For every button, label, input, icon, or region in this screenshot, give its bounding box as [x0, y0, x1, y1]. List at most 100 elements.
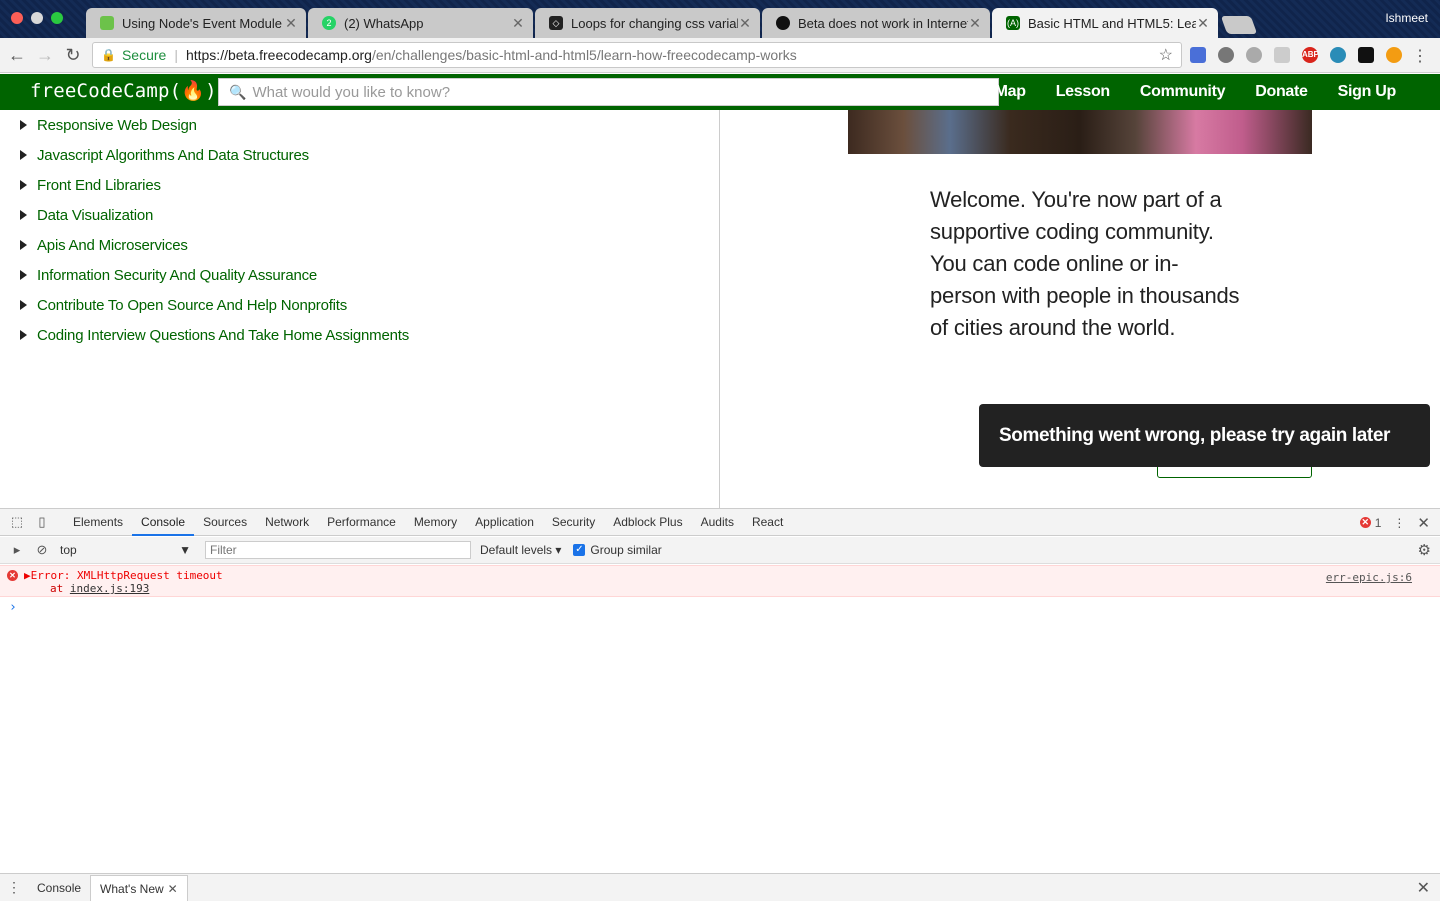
- drawer-tab-whats-new[interactable]: What's New ✕: [90, 874, 188, 901]
- tab-audits[interactable]: Audits: [692, 509, 743, 536]
- nav-map[interactable]: Map: [995, 83, 1026, 101]
- curriculum-item[interactable]: Information Security And Quality Assuran…: [18, 264, 317, 286]
- adblock-icon[interactable]: ABP: [1302, 47, 1319, 63]
- nav-donate[interactable]: Donate: [1255, 83, 1308, 101]
- bookmark-star-icon[interactable]: ☆: [1159, 45, 1173, 65]
- clear-console-icon[interactable]: ⊘: [34, 542, 50, 558]
- close-icon[interactable]: ✕: [968, 15, 982, 32]
- nav-lesson[interactable]: Lesson: [1056, 83, 1111, 101]
- close-icon[interactable]: ✕: [1196, 15, 1210, 32]
- error-source-link[interactable]: err-epic.js:6: [1326, 571, 1412, 584]
- curriculum-item[interactable]: Front End Libraries: [18, 174, 161, 196]
- error-toast[interactable]: Something went wrong, please try again l…: [979, 404, 1430, 467]
- tab-label: (2) WhatsApp: [344, 15, 424, 31]
- close-icon[interactable]: ✕: [738, 15, 752, 32]
- group-similar-label: Group similar: [590, 543, 662, 557]
- curriculum-item[interactable]: Responsive Web Design: [18, 114, 197, 136]
- stack-prefix: at: [50, 582, 70, 595]
- curriculum-item-label: Coding Interview Questions And Take Home…: [37, 326, 410, 344]
- browser-tab-whatsapp[interactable]: 2 (2) WhatsApp ✕: [308, 8, 533, 38]
- curriculum-item[interactable]: Coding Interview Questions And Take Home…: [18, 324, 409, 346]
- browser-tab-github[interactable]: Beta does not work in Internet ✕: [762, 8, 990, 38]
- nav-community[interactable]: Community: [1140, 83, 1226, 101]
- close-drawer-icon[interactable]: ✕: [1417, 878, 1430, 898]
- error-count-badge[interactable]: ✕ 1: [1359, 516, 1381, 530]
- curriculum-item-label: Apis And Microservices: [37, 236, 188, 254]
- maximize-window-button[interactable]: [51, 12, 63, 24]
- console-error-row[interactable]: ✕ ▶Error: XMLHttpRequest timeout at inde…: [0, 565, 1440, 597]
- error-message[interactable]: ▶Error: XMLHttpRequest timeout: [24, 569, 223, 582]
- curriculum-item[interactable]: Data Visualization: [18, 204, 153, 226]
- fcc-logo[interactable]: freeCodeCamp(🔥): [30, 79, 217, 102]
- drawer-menu-icon[interactable]: ⋮: [0, 879, 28, 896]
- curriculum-item[interactable]: Apis And Microservices: [18, 234, 188, 256]
- tab-security[interactable]: Security: [543, 509, 604, 536]
- expand-arrow-icon: [20, 120, 27, 130]
- gear-icon[interactable]: ⚙: [1418, 541, 1431, 559]
- react-devtools-icon[interactable]: [1330, 47, 1346, 63]
- console-filter-bar: ▸ ⊘ top ▼ Default levels ▾ ✓ Group simila…: [0, 537, 1440, 564]
- curriculum-pane: Responsive Web Design Javascript Algorit…: [0, 110, 720, 508]
- log-levels-dropdown[interactable]: Default levels ▾: [480, 543, 561, 557]
- expand-triangle-icon[interactable]: ▶: [24, 569, 31, 582]
- close-devtools-icon[interactable]: ✕: [1417, 514, 1430, 532]
- fox-extension-icon[interactable]: [1386, 47, 1402, 63]
- tab-elements[interactable]: Elements: [64, 509, 132, 536]
- tab-label: Using Node's Event Module: [122, 15, 283, 31]
- tab-performance[interactable]: Performance: [318, 509, 405, 536]
- chrome-menu-icon[interactable]: ⋮: [1412, 46, 1428, 66]
- browser-tab-codepen[interactable]: ◇ Loops for changing css variabl ✕: [535, 8, 760, 38]
- devtools-menu-icon[interactable]: ⋮: [1393, 516, 1405, 530]
- sidebar-toggle-icon[interactable]: ▸: [9, 542, 25, 558]
- curriculum-item[interactable]: Contribute To Open Source And Help Nonpr…: [18, 294, 347, 316]
- close-icon[interactable]: ✕: [168, 882, 178, 896]
- close-window-button[interactable]: [11, 12, 23, 24]
- console-prompt[interactable]: ›: [9, 600, 17, 615]
- bookmark-extension-icon[interactable]: [1190, 47, 1206, 63]
- curriculum-item-label: Responsive Web Design: [37, 116, 197, 134]
- tab-console[interactable]: Console: [132, 509, 195, 536]
- address-bar[interactable]: 🔒 Secure | https://beta.freecodecamp.org…: [92, 42, 1182, 68]
- browser-tab-fcc[interactable]: (A) Basic HTML and HTML5: Learn ✕: [992, 8, 1218, 38]
- close-icon[interactable]: ✕: [284, 15, 298, 32]
- ninja-extension-icon[interactable]: [1358, 47, 1374, 63]
- browser-tab-node-events[interactable]: Using Node's Event Module ✕: [86, 8, 306, 38]
- tab-application[interactable]: Application: [466, 509, 543, 536]
- drawer-tab-console[interactable]: Console: [28, 875, 90, 901]
- devtools-tabbar: ⬚ ▯ Elements Console Sources Network Per…: [0, 509, 1440, 536]
- search-input[interactable]: [252, 83, 953, 101]
- new-tab-button[interactable]: [1220, 16, 1258, 34]
- console-filter-input[interactable]: [205, 541, 471, 559]
- curriculum-item[interactable]: Javascript Algorithms And Data Structure…: [18, 144, 309, 166]
- tab-adblock-plus[interactable]: Adblock Plus: [604, 509, 691, 536]
- close-icon[interactable]: ✕: [511, 15, 525, 32]
- refresh-extension-icon[interactable]: [1218, 47, 1234, 63]
- group-similar-checkbox[interactable]: ✓ Group similar: [573, 543, 662, 557]
- fcc-icon: (A): [1006, 16, 1020, 30]
- reload-icon[interactable]: ↻: [62, 44, 84, 66]
- context-value: top: [60, 543, 77, 557]
- nodejs-icon: [100, 16, 114, 30]
- inspect-element-icon[interactable]: ⬚: [9, 514, 25, 530]
- drawer-tab-label: What's New: [100, 881, 164, 896]
- curriculum-item-label: Information Security And Quality Assuran…: [37, 266, 318, 284]
- code-extension-icon[interactable]: [1274, 47, 1290, 63]
- context-select[interactable]: top ▼: [60, 543, 195, 557]
- device-toolbar-icon[interactable]: ▯: [34, 514, 50, 530]
- devtools-drawer: ⋮ Console What's New ✕ ✕: [0, 873, 1440, 901]
- tab-network[interactable]: Network: [256, 509, 318, 536]
- url-host: https://beta.freecodecamp.org: [185, 47, 372, 63]
- tab-sources[interactable]: Sources: [194, 509, 256, 536]
- profile-name[interactable]: Ishmeet: [1385, 11, 1428, 25]
- back-arrow-icon[interactable]: ←: [6, 44, 28, 66]
- levels-label: Default levels: [480, 543, 553, 557]
- browser-toolbar: ← → ↻ 🔒 Secure | https://beta.freecodeca…: [0, 38, 1440, 73]
- nav-sign-up[interactable]: Sign Up: [1338, 83, 1397, 101]
- cloud-extension-icon[interactable]: [1246, 47, 1262, 63]
- tab-react[interactable]: React: [743, 509, 792, 536]
- stack-link[interactable]: index.js:193: [70, 582, 149, 595]
- fcc-search-box[interactable]: 🔍: [218, 78, 999, 106]
- tab-memory[interactable]: Memory: [405, 509, 466, 536]
- minimize-window-button[interactable]: [31, 12, 43, 24]
- forward-arrow-icon[interactable]: →: [34, 44, 56, 66]
